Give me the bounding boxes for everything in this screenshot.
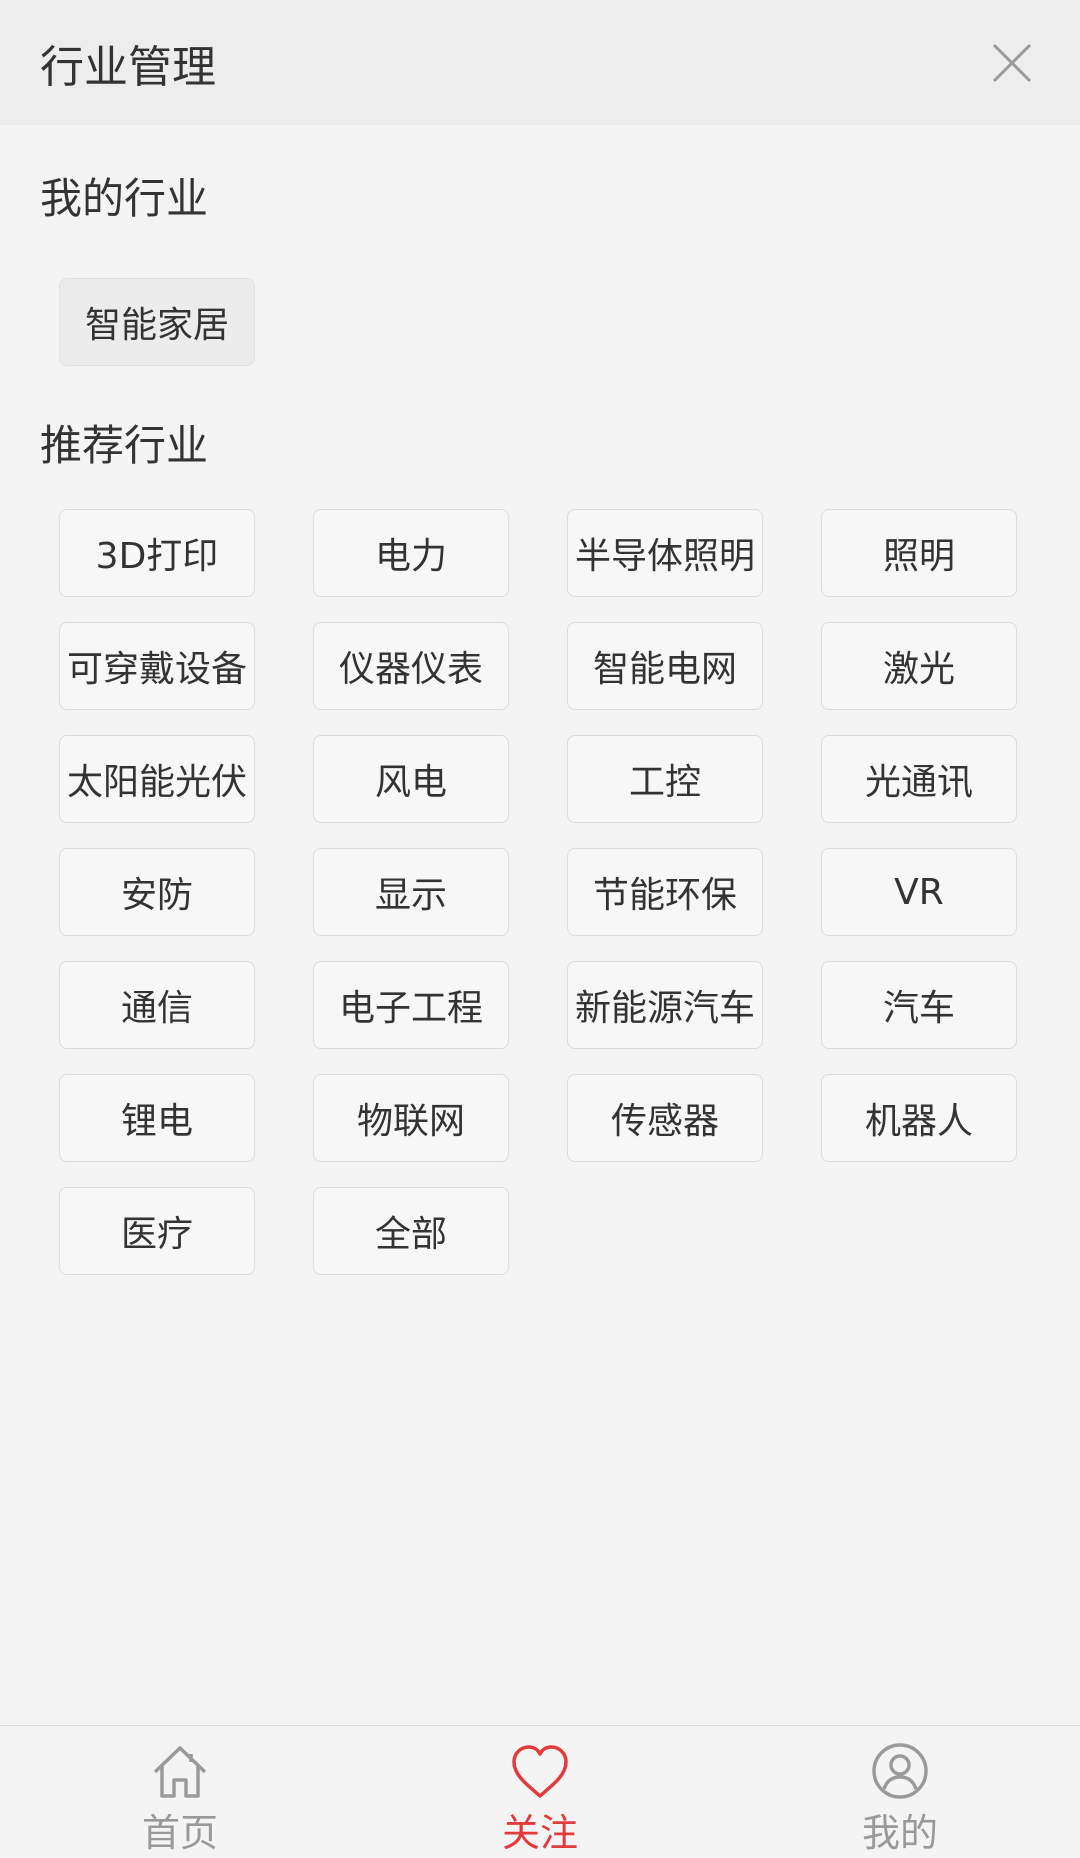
industry-tag[interactable]: 风电 <box>313 735 509 823</box>
industry-tag[interactable]: 太阳能光伏 <box>59 735 255 823</box>
industry-tag[interactable]: 安防 <box>59 848 255 936</box>
nav-item-home[interactable]: 首页 <box>70 1726 290 1858</box>
industry-tag[interactable]: 仪器仪表 <box>313 622 509 710</box>
industry-tag[interactable]: 物联网 <box>313 1074 509 1162</box>
industry-tag[interactable]: 电子工程 <box>313 961 509 1049</box>
industry-tag[interactable]: VR <box>821 848 1017 936</box>
user-icon <box>872 1743 928 1799</box>
industry-tag[interactable]: 智能电网 <box>567 622 763 710</box>
nav-label-follow: 关注 <box>501 1811 578 1855</box>
industry-tag[interactable]: 新能源汽车 <box>567 961 763 1049</box>
close-button[interactable] <box>986 37 1038 89</box>
nav-label-home: 首页 <box>141 1811 218 1855</box>
industry-tag[interactable]: 全部 <box>313 1187 509 1275</box>
nav-item-follow[interactable]: 关注 <box>430 1726 650 1858</box>
industry-tag[interactable]: 通信 <box>59 961 255 1049</box>
bottom-nav: 首页 关注 我的 <box>0 1725 1080 1857</box>
industry-tag[interactable]: 机器人 <box>821 1074 1017 1162</box>
industry-tag[interactable]: 显示 <box>313 848 509 936</box>
industry-tag[interactable]: 可穿戴设备 <box>59 622 255 710</box>
header-bar: 行业管理 <box>0 0 1080 125</box>
industry-tag[interactable]: 半导体照明 <box>567 509 763 597</box>
recommended-industry-title: 推荐行业 <box>40 421 209 470</box>
my-industry-tag[interactable]: 智能家居 <box>59 278 255 366</box>
page-title: 行业管理 <box>40 41 216 93</box>
industry-tag[interactable]: 电力 <box>313 509 509 597</box>
industry-tag[interactable]: 激光 <box>821 622 1017 710</box>
industry-tag[interactable]: 医疗 <box>59 1187 255 1275</box>
nav-label-mine: 我的 <box>861 1811 938 1855</box>
heart-icon <box>512 1745 568 1798</box>
my-industry-title: 我的行业 <box>40 174 209 223</box>
industry-tag[interactable]: 汽车 <box>821 961 1017 1049</box>
industry-tag[interactable]: 传感器 <box>567 1074 763 1162</box>
industry-tag[interactable]: 锂电 <box>59 1074 255 1162</box>
home-icon <box>153 1746 207 1798</box>
industry-tag[interactable]: 光通讯 <box>821 735 1017 823</box>
industry-tag[interactable]: 节能环保 <box>567 848 763 936</box>
close-icon <box>992 43 1032 82</box>
industry-tag[interactable]: 照明 <box>821 509 1017 597</box>
nav-item-mine[interactable]: 我的 <box>790 1726 1010 1858</box>
industry-tag[interactable]: 3D打印 <box>59 509 255 597</box>
industry-tag[interactable]: 工控 <box>567 735 763 823</box>
